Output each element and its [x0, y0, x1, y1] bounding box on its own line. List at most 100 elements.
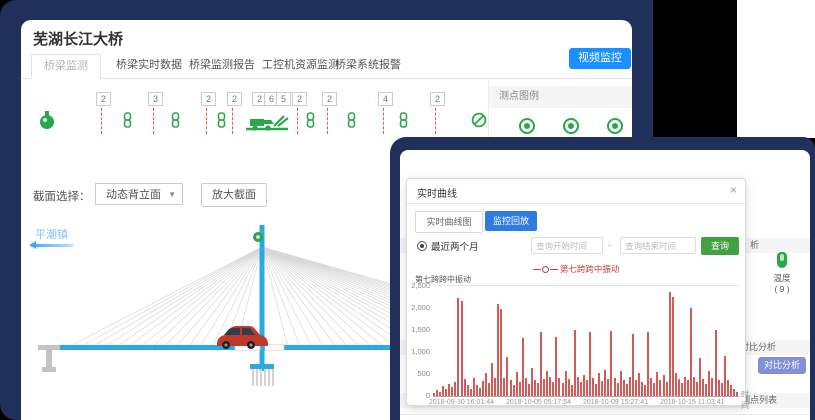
- chain-sensor-icon[interactable]: [122, 112, 133, 133]
- tab-0[interactable]: 桥梁监测: [31, 54, 101, 79]
- chart-bar: [626, 384, 628, 396]
- x-axis-title: 时间: [741, 389, 749, 411]
- chart-bar: [659, 380, 661, 396]
- chart-bar: [629, 377, 631, 396]
- tab-4[interactable]: 桥梁系统报警: [323, 54, 413, 77]
- chart-bar: [528, 384, 530, 396]
- tab-bar: 视频监控 桥梁监测桥梁实时数据桥梁监测报告工控机资源监测桥梁系统报警: [21, 54, 632, 79]
- sensor-dash-line: [383, 108, 384, 134]
- chart-bar: [537, 383, 539, 396]
- popup-window-frame: 析 温度 ( 9 ) 对比分析 对比分析 监测点列表 实时曲线 × 实时: [390, 137, 815, 420]
- temperature-sensor-item[interactable]: 温度 ( 9 ): [760, 252, 804, 295]
- legend-sensor-icon: [607, 118, 623, 134]
- y-tick-label: 500: [407, 369, 430, 378]
- chart-bar: [604, 370, 606, 396]
- chart-bar: [635, 380, 637, 396]
- chart-bar: [491, 363, 493, 396]
- legend-panel-title: 测点图例: [489, 86, 632, 108]
- sensor-count-badge: 2: [430, 92, 445, 106]
- divider: [400, 414, 810, 415]
- enlarge-section-button[interactable]: 放大截面: [201, 183, 267, 207]
- chart-bar: [451, 387, 453, 396]
- background-white-block: [737, 0, 815, 139]
- sensor-count-badge: 4: [378, 92, 393, 106]
- video-monitor-button[interactable]: 视频监控: [569, 48, 631, 69]
- chart-bar: [702, 379, 704, 396]
- chart-bar: [696, 382, 698, 396]
- chart-bar: [598, 373, 600, 396]
- x-tick-label: 2018-10-05 05:17:54: [506, 399, 586, 406]
- ban-icon[interactable]: [471, 112, 487, 133]
- query-button[interactable]: 查询: [701, 237, 739, 255]
- chart-bar: [467, 385, 469, 396]
- chain-sensor-icon[interactable]: [170, 112, 181, 133]
- sensor-dash-line: [206, 108, 207, 134]
- background-black-block: [653, 0, 737, 139]
- chart-bar: [583, 375, 585, 396]
- chart-bar: [595, 384, 597, 396]
- x-tick-label: 2018-09-30 16:01:44: [429, 399, 509, 406]
- chart-bar: [506, 357, 508, 396]
- chart-bar: [644, 385, 646, 396]
- chain-sensor-icon[interactable]: [305, 112, 316, 133]
- compare-analysis-button[interactable]: 对比分析: [758, 357, 806, 374]
- popup-page: 析 温度 ( 9 ) 对比分析 对比分析 监测点列表 实时曲线 × 实时: [400, 150, 810, 420]
- chart-bar: [715, 330, 717, 396]
- chart-bar: [568, 379, 570, 396]
- chart-bar: [461, 301, 463, 396]
- vibration-chart: [433, 285, 739, 397]
- sensor-count-badge: 3: [148, 92, 163, 106]
- chart-bar: [500, 309, 502, 396]
- y-tick-label: 1,000: [407, 347, 430, 356]
- chart-bar: [580, 382, 582, 396]
- chart-bar: [727, 380, 729, 396]
- chart-bar: [733, 389, 735, 396]
- tab-realtime-curve[interactable]: 实时曲线图: [415, 211, 483, 233]
- chart-bar: [711, 378, 713, 397]
- chart-bar: [525, 378, 527, 397]
- section-select-dropdown[interactable]: 动态背立面 ▼: [95, 183, 183, 205]
- chart-bar: [601, 381, 603, 396]
- legend-series-label: 第七跨跨中振动: [560, 264, 620, 274]
- chart-bar: [693, 377, 695, 396]
- sensor-count-badge: 2: [201, 92, 216, 106]
- chart-bar: [494, 378, 496, 397]
- close-icon[interactable]: ×: [730, 183, 737, 197]
- chain-sensor-icon[interactable]: [216, 112, 227, 133]
- chart-bar: [433, 393, 435, 396]
- chart-bar: [552, 382, 554, 396]
- x-tick-label: 2018-10-15 11:03:41: [660, 399, 740, 406]
- chart-bar: [666, 382, 668, 396]
- radio-last-two-months[interactable]: [417, 241, 427, 251]
- sensor-dash-line: [101, 108, 102, 134]
- chain-sensor-icon[interactable]: [398, 112, 409, 133]
- chart-bar: [656, 372, 658, 396]
- sensor-dash-line: [232, 108, 233, 134]
- tab-monitor-playback[interactable]: 监控回放: [485, 211, 537, 231]
- chart-bar: [687, 380, 689, 396]
- y-tick-label: 0: [407, 391, 430, 400]
- chain-sensor-icon[interactable]: [346, 112, 357, 133]
- sensor-count-badge: 2: [292, 92, 307, 106]
- realtime-curve-dialog: 实时曲线 × 实时曲线图 监控回放 最近两个月 - 查询 第七跨跨中振动 第七跨…: [406, 178, 746, 406]
- chart-bar: [546, 371, 548, 396]
- chart-bar: [614, 378, 616, 397]
- chart-bar: [592, 378, 594, 396]
- sensor-dash-line: [435, 108, 436, 134]
- chart-bar: [558, 378, 560, 397]
- pin-sensor-icon[interactable]: [38, 110, 56, 135]
- chart-bar: [516, 372, 518, 396]
- thermometer-icon: [777, 252, 787, 268]
- query-start-time-input[interactable]: [531, 237, 603, 254]
- chart-bar: [442, 386, 444, 396]
- query-end-time-input[interactable]: [620, 237, 696, 254]
- chart-bar: [610, 331, 612, 396]
- chart-bar: [675, 373, 677, 396]
- chart-bar: [724, 356, 726, 397]
- chart-bar: [589, 332, 591, 396]
- truck-sensor-icon[interactable]: [244, 110, 290, 139]
- chart-bar: [571, 385, 573, 396]
- sensor-dash-line: [153, 108, 154, 134]
- chart-bar: [736, 392, 738, 396]
- chart-bar: [669, 292, 671, 396]
